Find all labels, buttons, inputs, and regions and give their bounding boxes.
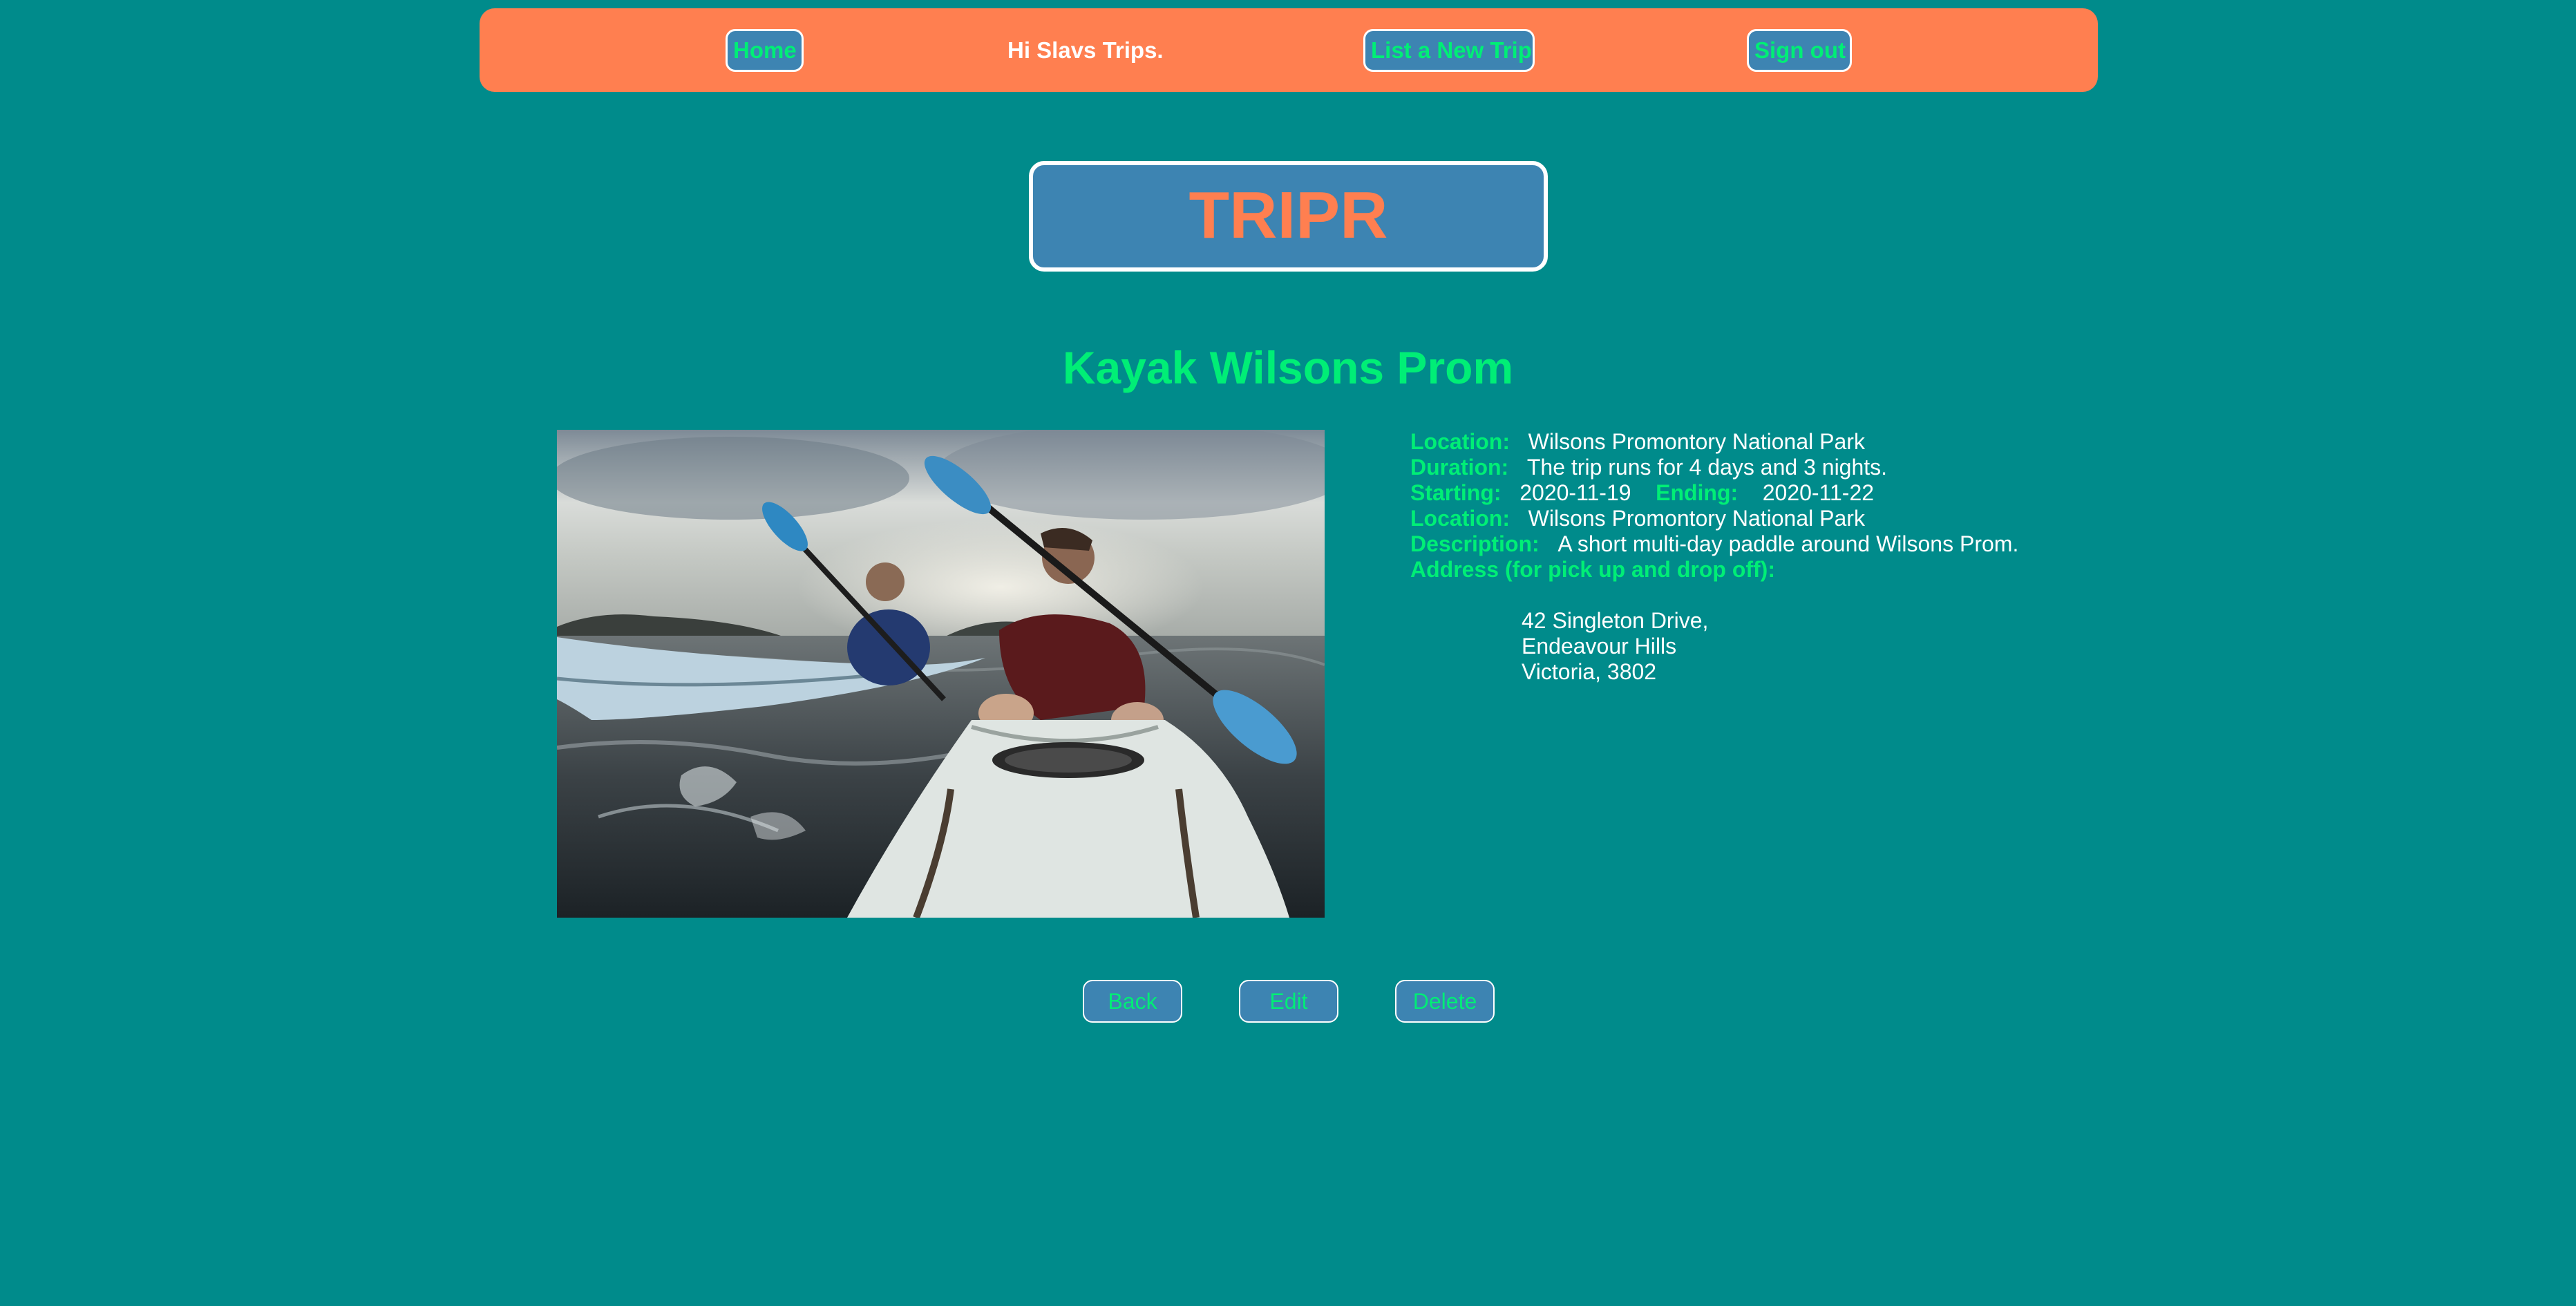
- location-label: Location:: [1410, 429, 1510, 454]
- sign-out-button[interactable]: Sign out: [1747, 29, 1852, 72]
- delete-button[interactable]: Delete: [1395, 980, 1495, 1023]
- address-line-1: 42 Singleton Drive,: [1522, 608, 1709, 633]
- duration-value: The trip runs for 4 days and 3 nights.: [1526, 455, 1888, 480]
- address-block: 42 Singleton Drive, Endeavour Hills Vict…: [1410, 608, 2550, 685]
- duration-label: Duration:: [1410, 455, 1509, 480]
- kayak-photo-illustration: [557, 430, 1325, 918]
- site-logo: TRIPR: [1029, 161, 1548, 272]
- duration-row: Duration: The trip runs for 4 days and 3…: [1410, 455, 2550, 480]
- user-greeting: Hi Slavs Trips.: [1007, 37, 1164, 63]
- address-line-3: Victoria, 3802: [1522, 659, 1657, 684]
- address-row: Address (for pick up and drop off):: [1410, 557, 2550, 583]
- location-label-2: Location:: [1410, 506, 1510, 531]
- ending-label: Ending:: [1656, 480, 1739, 505]
- edit-button[interactable]: Edit: [1239, 980, 1338, 1023]
- description-row: Description: A short multi-day paddle ar…: [1410, 531, 2550, 557]
- trip-title: Kayak Wilsons Prom: [1062, 342, 1514, 393]
- description-value: A short multi-day paddle around Wilsons …: [1557, 531, 2019, 556]
- address-line-2: Endeavour Hills: [1522, 634, 1677, 659]
- list-new-trip-button[interactable]: List a New Trip: [1363, 29, 1535, 72]
- address-label: Address (for pick up and drop off):: [1410, 557, 1775, 582]
- top-navbar: Home Hi Slavs Trips. List a New Trip Sig…: [480, 8, 2098, 92]
- location-value-2: Wilsons Promontory National Park: [1528, 506, 1865, 531]
- home-button[interactable]: Home: [726, 29, 804, 72]
- location-value: Wilsons Promontory National Park: [1528, 429, 1865, 454]
- trip-photo: [557, 430, 1325, 918]
- description-label: Description:: [1410, 531, 1540, 556]
- location-row: Location: Wilsons Promontory National Pa…: [1410, 429, 2550, 455]
- back-button[interactable]: Back: [1083, 980, 1182, 1023]
- trip-details: Location: Wilsons Promontory National Pa…: [1410, 429, 2550, 685]
- location-row-2: Location: Wilsons Promontory National Pa…: [1410, 506, 2550, 531]
- starting-label: Starting:: [1410, 480, 1502, 505]
- starting-value: 2020-11-19: [1519, 480, 1631, 505]
- ending-value: 2020-11-22: [1762, 480, 1875, 505]
- dates-row: Starting: 2020-11-19 Ending: 2020-11-22: [1410, 480, 2550, 506]
